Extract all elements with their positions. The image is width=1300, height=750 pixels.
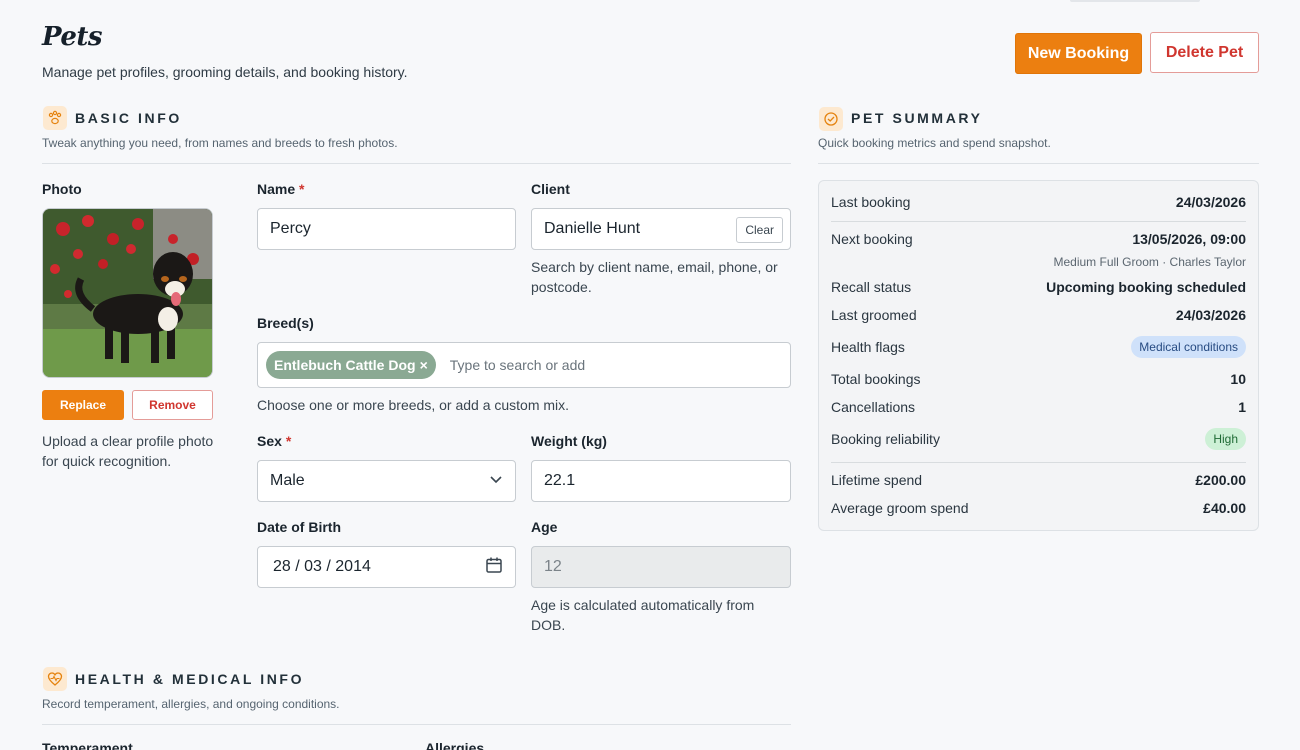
name-input[interactable]: Percy xyxy=(257,208,516,250)
temperament-label: Temperament xyxy=(42,740,133,750)
dob-input[interactable]: 28 / 03 / 2014 xyxy=(257,546,516,588)
reliability-label: Booking reliability xyxy=(831,431,940,447)
basic-info-title: BASIC INFO xyxy=(75,110,182,126)
summary-divider xyxy=(831,462,1246,463)
summary-row-next-booking: Next booking 13/05/2026, 09:00 xyxy=(831,231,1246,247)
age-input: 12 xyxy=(531,546,791,588)
health-flag-badge: Medical conditions xyxy=(1131,336,1246,358)
reliability-badge: High xyxy=(1205,428,1246,450)
allergies-label: Allergies xyxy=(425,740,485,750)
breed-chip: Entlebuch Cattle Dog × xyxy=(266,351,436,379)
dob-value: 28 / 03 / 2014 xyxy=(273,558,371,575)
summary-row-health: Health flags Medical conditions xyxy=(831,336,1246,358)
top-bar-edge xyxy=(1070,0,1200,2)
summary-divider xyxy=(831,221,1246,222)
pet-summary-card: Last booking 24/03/2026 Next booking 13/… xyxy=(818,180,1259,531)
replace-photo-button[interactable]: Replace xyxy=(42,390,124,420)
total-bookings-value: 10 xyxy=(1230,371,1246,387)
client-value: Danielle Hunt xyxy=(544,220,641,237)
delete-pet-button[interactable]: Delete Pet xyxy=(1150,32,1259,73)
basic-info-description: Tweak anything you need, from names and … xyxy=(42,136,398,150)
average-spend-value: £40.00 xyxy=(1203,500,1246,516)
total-bookings-label: Total bookings xyxy=(831,371,921,387)
sex-select[interactable]: Male xyxy=(257,460,516,502)
health-label: Health flags xyxy=(831,339,905,355)
calendar-icon[interactable] xyxy=(485,556,503,579)
average-spend-label: Average groom spend xyxy=(831,500,969,516)
client-hint: Search by client name, email, phone, or … xyxy=(531,259,778,295)
lifetime-spend-value: £200.00 xyxy=(1195,472,1246,488)
age-label: Age xyxy=(531,519,558,535)
next-booking-label: Next booking xyxy=(831,231,913,247)
photo-label: Photo xyxy=(42,181,82,197)
heart-pulse-icon xyxy=(43,667,67,691)
last-groomed-label: Last groomed xyxy=(831,307,917,323)
client-label: Client xyxy=(531,181,570,197)
summary-row-reliability: Booking reliability High xyxy=(831,428,1246,450)
breed-search-placeholder[interactable]: Type to search or add xyxy=(450,357,585,373)
clear-client-button[interactable]: Clear xyxy=(736,217,783,243)
summary-row-cancellations: Cancellations 1 xyxy=(831,399,1246,415)
summary-row-total: Total bookings 10 xyxy=(831,371,1246,387)
next-booking-detail: Medium Full Groom · Charles Taylor xyxy=(1053,255,1247,269)
photo-hint: Upload a clear profile photo for quick r… xyxy=(42,433,214,469)
last-booking-value: 24/03/2026 xyxy=(1175,194,1246,210)
pet-summary-divider xyxy=(818,163,1259,164)
next-booking-value: 13/05/2026, 09:00 xyxy=(1132,231,1246,247)
sex-label: Sex * xyxy=(257,433,292,449)
summary-row-last-groomed: Last groomed 24/03/2026 xyxy=(831,307,1246,323)
paw-icon xyxy=(43,106,67,130)
pet-summary-title: PET SUMMARY xyxy=(851,110,983,126)
weight-input[interactable]: 22.1 xyxy=(531,460,791,502)
last-groomed-value: 24/03/2026 xyxy=(1175,307,1246,323)
cancellations-label: Cancellations xyxy=(831,399,916,415)
name-value: Percy xyxy=(270,220,311,237)
check-circle-icon xyxy=(819,107,843,131)
breeds-input[interactable]: Entlebuch Cattle Dog × Type to search or… xyxy=(257,342,791,388)
required-mark: * xyxy=(299,181,305,197)
weight-value: 22.1 xyxy=(544,472,576,489)
new-booking-button[interactable]: New Booking xyxy=(1015,33,1142,74)
remove-photo-button[interactable]: Remove xyxy=(132,390,213,420)
breeds-label: Breed(s) xyxy=(257,315,314,331)
pet-photo xyxy=(42,208,213,378)
remove-breed-icon[interactable]: × xyxy=(420,357,428,373)
dob-label: Date of Birth xyxy=(257,519,341,535)
breeds-hint: Choose one or more breeds, or add a cust… xyxy=(257,397,570,413)
recall-label: Recall status xyxy=(831,279,912,295)
health-description: Record temperament, allergies, and ongoi… xyxy=(42,697,340,711)
summary-row-last-booking: Last booking 24/03/2026 xyxy=(831,194,1246,210)
age-hint: Age is calculated automatically from DOB… xyxy=(531,597,755,633)
summary-row-lifetime: Lifetime spend £200.00 xyxy=(831,472,1246,488)
summary-row-recall: Recall status Upcoming booking scheduled xyxy=(831,279,1246,295)
sex-value: Male xyxy=(270,472,305,489)
breed-chip-label: Entlebuch Cattle Dog xyxy=(274,357,416,373)
cancellations-value: 1 xyxy=(1238,399,1246,415)
weight-label: Weight (kg) xyxy=(531,433,607,449)
name-label: Name * xyxy=(257,181,305,197)
health-divider xyxy=(42,724,791,725)
basic-info-divider xyxy=(42,163,791,164)
age-value: 12 xyxy=(544,558,562,575)
last-booking-label: Last booking xyxy=(831,194,911,210)
client-input[interactable]: Danielle Hunt Clear xyxy=(531,208,791,250)
summary-row-average: Average groom spend £40.00 xyxy=(831,500,1246,516)
health-title: HEALTH & MEDICAL INFO xyxy=(75,671,305,687)
chevron-down-icon xyxy=(489,472,503,491)
pet-summary-description: Quick booking metrics and spend snapshot… xyxy=(818,136,1051,150)
lifetime-spend-label: Lifetime spend xyxy=(831,472,923,488)
required-mark: * xyxy=(285,433,292,449)
page-subtitle: Manage pet profiles, grooming details, a… xyxy=(42,64,408,80)
recall-value: Upcoming booking scheduled xyxy=(1046,279,1246,295)
page-title: Pets xyxy=(42,22,103,52)
